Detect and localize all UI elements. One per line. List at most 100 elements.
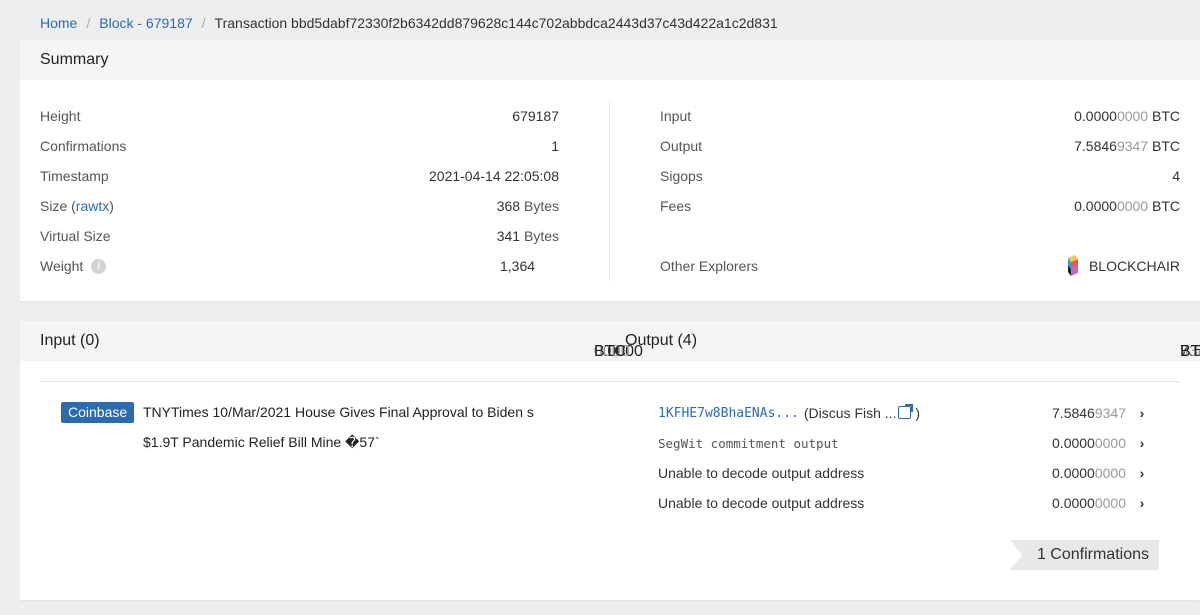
output-row: Output 7.58469347 BTC [660, 136, 1180, 156]
fees-amount-dim: 0000 [1116, 198, 1149, 214]
weight-label-group: Weight i [40, 258, 107, 274]
rawtx-link[interactable]: rawtx [76, 198, 109, 214]
vsize-label: Virtual Size [40, 228, 111, 244]
height-link[interactable]: 679187 [512, 108, 559, 124]
input-label: Input [660, 108, 692, 124]
size-row: Size (rawtx) 368 Bytes [40, 196, 559, 216]
timestamp-row: Timestamp 2021-04-14 22:05:08 [40, 166, 559, 186]
output-address-link[interactable]: 1KFHE7w8BhaENAs... [658, 406, 799, 421]
output-label: Output [660, 138, 703, 154]
breadcrumb-block[interactable]: Block - 679187 [99, 15, 192, 31]
external-link-icon[interactable] [898, 404, 914, 419]
chevron-right-icon[interactable]: › [1136, 495, 1148, 511]
timestamp-value: 2021-04-14 22:05:08 [429, 168, 559, 184]
output-unit: BTC [1152, 138, 1180, 154]
input-total-unit: BTC [594, 343, 626, 360]
output-row-3[interactable]: Unable to decode output address 0.000000… [658, 463, 1148, 483]
explorers-row: Other Explorers BLOCKCHAIR [660, 255, 1180, 277]
divider [40, 381, 1180, 382]
confirmations-value: 1 [551, 138, 559, 154]
coinbase-text-line2: $1.9T Pandemic Relief Bill Mine �57` [143, 434, 380, 450]
vsize-unit: Bytes [523, 228, 559, 244]
height-row: Height 679187 [40, 106, 559, 126]
sigops-value: 4 [1172, 168, 1180, 184]
output-title: Output (4) [625, 332, 698, 349]
summary-panel: Summary Height 679187 Confirmations 1 Ti… [20, 40, 1200, 301]
output-tag-close: ) [915, 405, 921, 421]
output-label-2: SegWit commitment output [658, 435, 839, 451]
output-value-3-main: 0.0000 [1052, 465, 1095, 481]
output-amount-main: 7.5846 [1074, 138, 1117, 154]
io-panel: Input (0) 0.00000000 BTC Output (4) 7.58… [20, 321, 1200, 600]
output-row-2[interactable]: SegWit commitment output 0.00000000 › [658, 433, 1148, 453]
sigops-label: Sigops [660, 168, 703, 184]
height-label: Height [40, 108, 81, 124]
blockchair-label: BLOCKCHAIR [1088, 258, 1180, 274]
output-tag: (Discus Fish ... ) [803, 404, 921, 421]
fees-unit: BTC [1152, 198, 1180, 214]
vsize-value-group: 341 Bytes [497, 228, 559, 244]
input-title: Input (0) [40, 332, 100, 349]
output-value-1-main: 7.5846 [1052, 405, 1095, 421]
timestamp-label: Timestamp [40, 168, 109, 184]
fees-row: Fees 0.00000000 BTC [660, 196, 1180, 216]
confirmations-label: Confirmations [40, 138, 127, 154]
output-value-2: 0.00000000 [1052, 435, 1126, 451]
output-value-3: 0.00000000 [1052, 465, 1126, 481]
column-divider [609, 101, 610, 281]
chevron-right-icon[interactable]: › [1136, 405, 1148, 421]
coinbase-badge: Coinbase [61, 402, 135, 423]
breadcrumb-separator: / [86, 15, 91, 31]
blockchair-logo-icon [1067, 255, 1078, 276]
chevron-right-icon[interactable]: › [1136, 435, 1148, 451]
output-value-1-dim: 9347 [1094, 405, 1126, 421]
output-total-unit: BTC [1180, 343, 1200, 360]
output-value-3-dim: 0000 [1094, 465, 1126, 481]
fees-amount: 0.00000000 BTC [1074, 198, 1180, 214]
chevron-right-icon[interactable]: › [1136, 465, 1148, 481]
output-amount-dim: 9347 [1116, 138, 1149, 154]
confirmations-tag: 1 Confirmations [1010, 540, 1159, 570]
size-value-group: 368 Bytes [497, 198, 559, 214]
input-amount-main: 0.0000 [1074, 108, 1117, 124]
weight-label: Weight [40, 258, 84, 274]
vsize-row: Virtual Size 341 Bytes [40, 226, 559, 246]
size-label: Size [40, 198, 68, 214]
size-value: 368 [496, 198, 521, 214]
output-row-1[interactable]: 1KFHE7w8BhaENAs... (Discus Fish ... ) 7.… [658, 403, 1148, 423]
output-label-4: Unable to decode output address [658, 495, 865, 511]
output-label-3: Unable to decode output address [658, 465, 865, 481]
output-value-4-main: 0.0000 [1052, 495, 1095, 511]
fees-label: Fees [660, 198, 692, 214]
size-label-group: Size (rawtx) [40, 198, 114, 214]
output-value-1: 7.58469347 [1052, 405, 1126, 421]
output-value-4-dim: 0000 [1094, 495, 1126, 511]
size-unit: Bytes [523, 198, 559, 214]
breadcrumb-home[interactable]: Home [40, 15, 77, 31]
input-amount-dim: 0000 [1116, 108, 1149, 124]
info-icon[interactable]: i [91, 258, 107, 274]
fees-amount-main: 0.0000 [1074, 198, 1117, 214]
io-header: Input (0) 0.00000000 BTC Output (4) 7.58… [20, 321, 1200, 361]
input-row: Input 0.00000000 BTC [660, 106, 1180, 126]
confirmations-row: Confirmations 1 [40, 136, 559, 156]
input-amount: 0.00000000 BTC [1074, 108, 1180, 124]
output-value-2-dim: 0000 [1094, 435, 1126, 451]
vsize-value: 341 [496, 228, 521, 244]
output-value-2-main: 0.0000 [1052, 435, 1095, 451]
breadcrumb-separator: / [201, 15, 206, 31]
output-amount: 7.58469347 BTC [1074, 138, 1180, 154]
weight-value: 1,364 [500, 258, 536, 274]
coinbase-text-line1: TNYTimes 10/Mar/2021 House Gives Final A… [143, 404, 534, 420]
breadcrumb-current: Transaction bbd5dabf72330f2b6342dd879628… [214, 15, 778, 31]
summary-title: Summary [20, 40, 1200, 80]
output-row-4[interactable]: Unable to decode output address 0.000000… [658, 493, 1148, 513]
blockchair-link[interactable]: BLOCKCHAIR [1065, 255, 1180, 277]
input-unit: BTC [1152, 108, 1180, 124]
breadcrumb: Home / Block - 679187 / Transaction bbd5… [40, 14, 778, 32]
output-tag-label: (Discus Fish ... [803, 405, 897, 421]
output-value-4: 0.00000000 [1052, 495, 1126, 511]
sigops-row: Sigops 4 [660, 166, 1180, 186]
explorers-label: Other Explorers [660, 258, 759, 274]
weight-row: Weight i 1,364 [40, 256, 559, 276]
